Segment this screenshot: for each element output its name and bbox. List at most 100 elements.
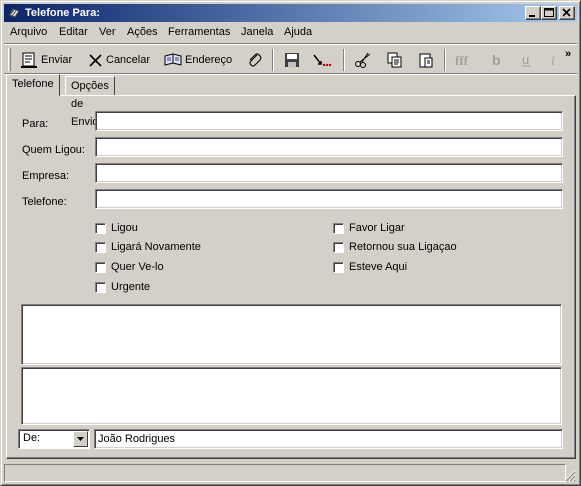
checkbox-favor-ligar[interactable]: Favor Ligar (333, 222, 405, 234)
tab-telefone[interactable]: Telefone (6, 74, 60, 96)
window-title: Telefone Para: (25, 7, 100, 19)
message-textarea-2[interactable] (21, 367, 562, 425)
checkbox-urgente[interactable]: Urgente (95, 281, 150, 293)
send-button[interactable]: Enviar (21, 50, 72, 70)
bold-icon: b (492, 52, 501, 68)
bold-button[interactable]: b (491, 50, 503, 70)
minimize-icon (529, 15, 535, 17)
checkbox-label: Esteve Aqui (349, 261, 408, 273)
svg-text:fff: fff (455, 53, 469, 68)
menu-editar[interactable]: Editar (59, 26, 88, 39)
menu-arquivo[interactable]: Arquivo (10, 26, 47, 39)
checkbox-esteve-aqui[interactable]: Esteve Aqui (333, 261, 407, 273)
checkbox-label: Retornou sua Ligaçao (349, 241, 457, 253)
checkbox-box[interactable] (95, 222, 106, 234)
send-label: Enviar (41, 54, 73, 66)
checkbox-label: Urgente (111, 281, 151, 293)
toolbar-separator (272, 49, 274, 71)
paperclip-icon (249, 53, 262, 67)
checkbox-ligara-novamente[interactable]: Ligará Novamente (95, 241, 201, 253)
from-dropdown-button[interactable] (73, 431, 88, 447)
checkbox-label: Favor Ligar (349, 222, 405, 234)
toolbar-overflow-button[interactable]: » (565, 44, 571, 64)
resize-grip-icon[interactable] (564, 470, 576, 482)
address-label: Endereço (185, 54, 233, 66)
from-select-value: De: (23, 432, 41, 444)
tab-opcoes-de-envio[interactable]: Opções de Envio (65, 76, 115, 128)
quem-ligou-field[interactable] (95, 137, 563, 157)
toolbar-grip[interactable] (8, 48, 11, 71)
font-size-button[interactable]: fff (455, 50, 475, 70)
telefone-field[interactable] (95, 189, 563, 209)
save-button[interactable] (284, 50, 300, 70)
mark-button[interactable] (312, 50, 332, 70)
minimize-button[interactable] (525, 6, 541, 20)
checkbox-box[interactable] (333, 241, 344, 253)
title-bar[interactable]: Telefone Para: (4, 4, 577, 22)
empresa-input[interactable] (96, 164, 562, 182)
maximize-icon (544, 8, 554, 17)
svg-text:u: u (522, 52, 529, 67)
status-pane (4, 464, 566, 482)
from-field[interactable] (94, 429, 563, 449)
checkbox-box[interactable] (333, 222, 344, 234)
menu-acoes[interactable]: Ações (127, 26, 158, 39)
checkbox-ligou[interactable]: Ligou (95, 222, 138, 234)
copy-icon (387, 52, 402, 68)
quem-ligou-input[interactable] (96, 138, 562, 156)
checkbox-box[interactable] (95, 281, 106, 293)
phone-message-icon (8, 8, 20, 18)
mark-icon (313, 54, 332, 67)
underline-button[interactable]: u (521, 50, 533, 70)
telefone-input[interactable] (96, 190, 562, 208)
maximize-button[interactable] (541, 6, 557, 20)
cancel-button[interactable]: Cancelar (88, 50, 150, 70)
menu-ferramentas[interactable]: Ferramentas (168, 26, 230, 39)
chevron-down-icon (77, 437, 84, 441)
cancel-label: Cancelar (106, 54, 151, 66)
para-input[interactable] (96, 112, 562, 130)
message-input-1[interactable] (22, 305, 561, 364)
toolbar-separator (444, 49, 446, 71)
checkbox-box[interactable] (95, 261, 106, 273)
checkbox-label: Ligará Novamente (111, 241, 201, 253)
message-input-2[interactable] (22, 368, 561, 424)
attach-button[interactable] (246, 50, 262, 70)
font-size-icon: fff (455, 53, 469, 68)
from-input[interactable] (95, 430, 562, 448)
para-field[interactable] (95, 111, 563, 131)
send-icon (21, 52, 37, 68)
message-textarea-1[interactable] (21, 304, 562, 365)
close-icon (562, 8, 571, 17)
message-window: Telefone Para: Arquivo Editar Ver Ações … (0, 0, 581, 486)
checkbox-box[interactable] (95, 241, 106, 253)
copy-button[interactable] (387, 50, 403, 70)
italic-icon: i (551, 54, 555, 68)
underline-icon: u (522, 52, 531, 67)
menu-janela[interactable]: Janela (241, 26, 273, 39)
paste-icon (419, 53, 433, 68)
menu-bar: Arquivo Editar Ver Ações Ferramentas Jan… (4, 23, 577, 42)
menu-ver[interactable]: Ver (99, 26, 116, 39)
address-button[interactable]: Endereço (164, 50, 232, 70)
toolbar: Enviar Cancelar Endereço fff b u i » (4, 43, 577, 75)
paste-button[interactable] (418, 50, 434, 70)
cut-button[interactable] (354, 50, 372, 70)
from-select[interactable]: De: (18, 429, 90, 449)
scissors-icon (355, 52, 371, 68)
address-book-icon (164, 53, 182, 66)
checkbox-retornou-sua-ligacao[interactable]: Retornou sua Ligaçao (333, 241, 457, 253)
menu-ajuda[interactable]: Ajuda (284, 26, 312, 39)
checkbox-label: Ligou (111, 222, 138, 234)
checkbox-box[interactable] (333, 261, 344, 273)
empresa-field[interactable] (95, 163, 563, 183)
italic-button[interactable]: i (550, 50, 560, 70)
save-icon (285, 53, 299, 67)
checkbox-quer-ve-lo[interactable]: Quer Ve-lo (95, 261, 164, 273)
checkbox-label: Quer Ve-lo (111, 261, 164, 273)
telefone-label: Telefone: (22, 196, 67, 208)
close-button[interactable] (559, 6, 575, 20)
empresa-label: Empresa: (22, 170, 70, 182)
para-label: Para: (22, 118, 49, 130)
svg-text:b: b (492, 52, 501, 68)
